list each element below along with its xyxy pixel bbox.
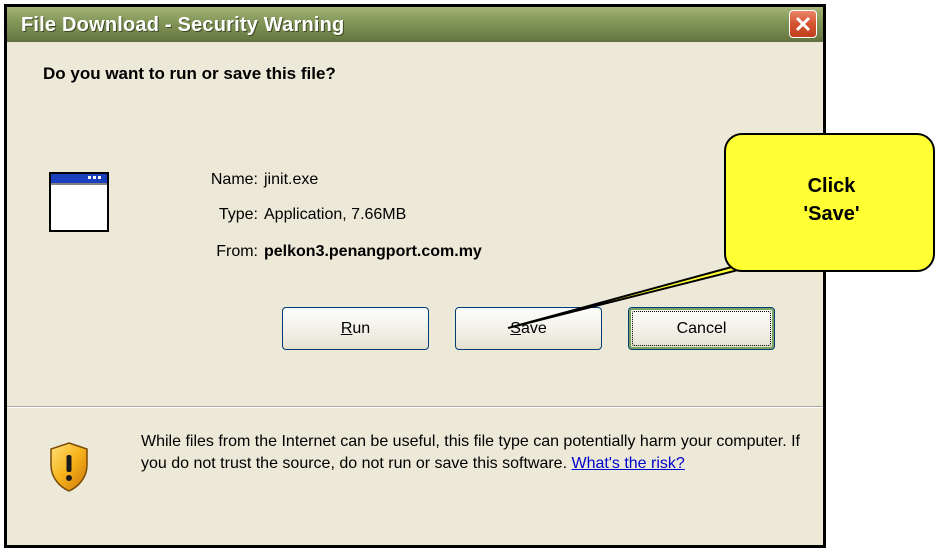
screenshot-stage: File Download - Security Warning Do you … [0, 0, 941, 552]
callout-line2: 'Save' [803, 203, 860, 225]
callout-pointer [507, 261, 771, 329]
instruction-callout: Click 'Save' [724, 133, 935, 272]
callout-line1: Click [807, 175, 856, 197]
